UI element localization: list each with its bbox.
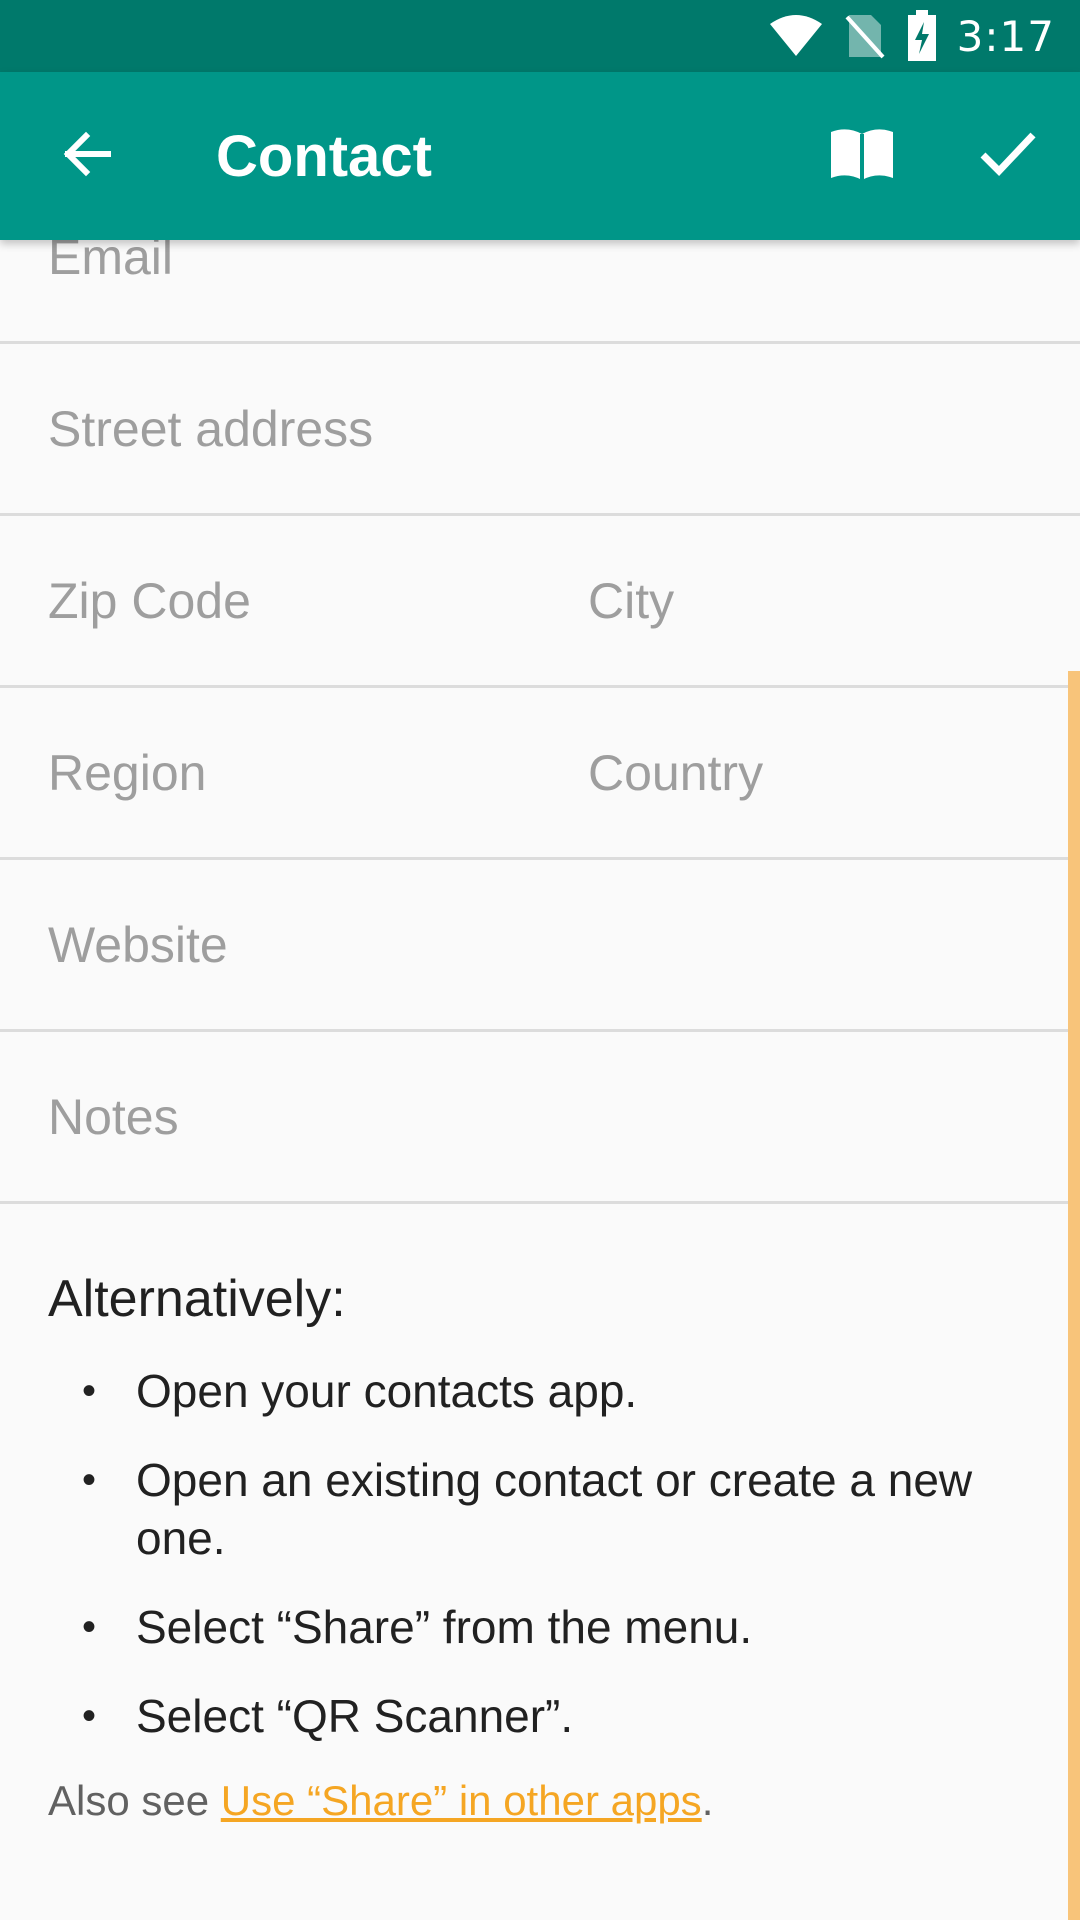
steps-list: • Open your contacts app. • Open an existi… bbox=[48, 1362, 1028, 1745]
scrollbar[interactable] bbox=[1068, 671, 1080, 1920]
region-field[interactable]: Region bbox=[48, 688, 548, 857]
battery-charging-icon bbox=[907, 10, 937, 62]
also-see-prefix: Also see bbox=[48, 1777, 221, 1824]
no-sim-icon bbox=[845, 13, 885, 59]
arrow-left-icon bbox=[60, 128, 112, 185]
website-row: Website bbox=[0, 860, 1080, 1032]
list-item: • Select “QR Scanner”. bbox=[48, 1687, 1028, 1745]
zip-city-row: Zip Code City bbox=[0, 516, 1080, 688]
street-address-field[interactable]: Street address bbox=[48, 344, 1048, 513]
website-field[interactable]: Website bbox=[48, 860, 1048, 1029]
page-title: Contact bbox=[216, 123, 432, 189]
step-text: Select “QR Scanner”. bbox=[136, 1690, 574, 1742]
wifi-icon bbox=[769, 14, 823, 58]
status-bar: 3:17 bbox=[0, 0, 1080, 72]
book-icon bbox=[827, 126, 897, 187]
app-bar: Contact bbox=[0, 72, 1080, 240]
notes-row: Notes bbox=[0, 1032, 1080, 1204]
email-row: Email bbox=[0, 240, 1080, 344]
bullet-icon: • bbox=[82, 1369, 97, 1413]
also-see-suffix: . bbox=[701, 1777, 714, 1824]
alternatives-help: Alternatively: • Open your contacts app. … bbox=[48, 1254, 1028, 1825]
street-row: Street address bbox=[0, 344, 1080, 516]
back-button[interactable] bbox=[40, 110, 132, 202]
list-item: • Select “Share” from the menu. bbox=[48, 1598, 1028, 1656]
confirm-button[interactable] bbox=[962, 110, 1054, 202]
region-country-row: Region Country bbox=[0, 688, 1080, 860]
list-item: • Open an existing contact or create a ne… bbox=[48, 1451, 1028, 1567]
bullet-icon: • bbox=[82, 1605, 97, 1649]
bullet-icon: • bbox=[82, 1458, 97, 1502]
step-text: Open your contacts app. bbox=[136, 1365, 638, 1417]
also-see-line: Also see Use “Share” in other apps. bbox=[48, 1777, 1028, 1825]
status-clock: 3:17 bbox=[956, 11, 1055, 61]
step-text: Select “Share” from the menu. bbox=[136, 1601, 753, 1653]
step-text: Open an existing contact or create a new… bbox=[136, 1454, 973, 1564]
share-in-other-apps-link[interactable]: Use “Share” in other apps bbox=[221, 1777, 702, 1824]
country-field[interactable]: Country bbox=[588, 688, 1048, 857]
list-item: • Open your contacts app. bbox=[48, 1362, 1028, 1420]
email-field[interactable]: Email bbox=[48, 240, 1048, 341]
help-heading: Alternatively: bbox=[48, 1270, 346, 1328]
check-icon bbox=[979, 131, 1037, 182]
help-button[interactable] bbox=[816, 110, 908, 202]
bullet-icon: • bbox=[82, 1694, 97, 1738]
zip-code-field[interactable]: Zip Code bbox=[48, 516, 548, 685]
city-field[interactable]: City bbox=[588, 516, 1048, 685]
notes-field[interactable]: Notes bbox=[48, 1032, 1048, 1201]
